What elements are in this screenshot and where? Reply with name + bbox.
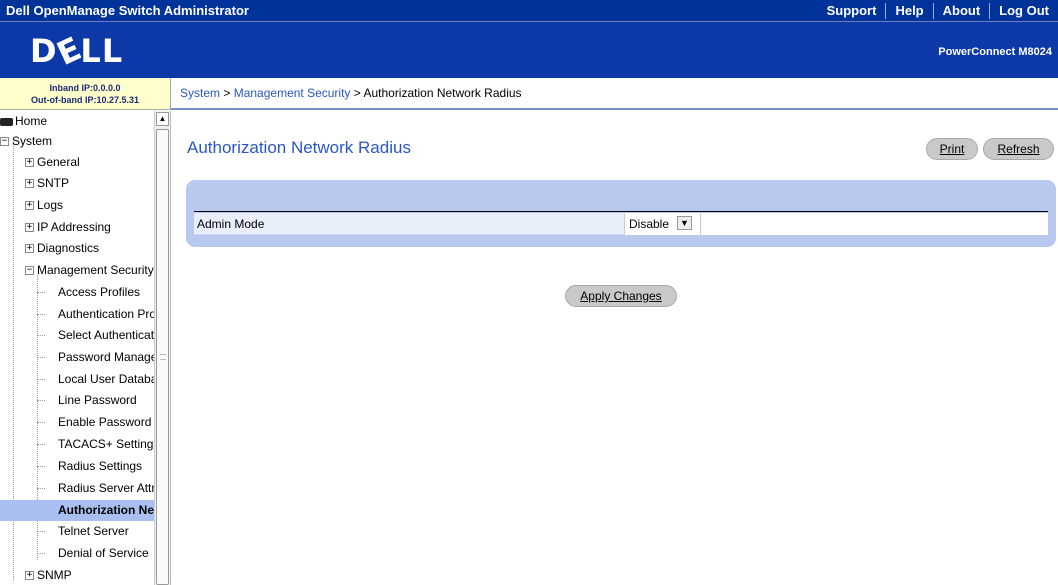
tree-item-label: Diagnostics <box>37 241 100 255</box>
tree-line <box>37 488 45 489</box>
admin-mode-label: Admin Mode <box>197 217 265 231</box>
about-link[interactable]: About <box>932 3 990 19</box>
breadcrumb: System > Management Security > Authoriza… <box>171 78 1058 110</box>
tree-line <box>37 422 45 423</box>
inband-ip: Inband IP:0.0.0.0 <box>49 83 121 93</box>
tree-item-line-password[interactable]: Line Password <box>47 390 154 411</box>
breadcrumb-separator: > <box>350 86 364 100</box>
divider <box>194 211 1048 212</box>
banner: DELL PowerConnect M8024 <box>0 22 1058 78</box>
scroll-up-arrow-icon[interactable]: ▲ <box>156 112 169 126</box>
admin-mode-row: Admin Mode Disable ▼ <box>194 213 1048 235</box>
plus-icon[interactable]: + <box>25 201 34 211</box>
minus-icon[interactable]: − <box>25 266 34 276</box>
tree-item-snmp[interactable]: + SNMP <box>25 565 154 585</box>
tree-item-label: SNMP <box>37 568 72 582</box>
tree-item-sntp[interactable]: + SNTP <box>25 173 154 194</box>
tree-item-access-profiles[interactable]: Access Profiles <box>47 282 154 303</box>
minus-icon[interactable]: − <box>0 137 9 147</box>
tree-line <box>37 553 45 554</box>
plus-icon[interactable]: + <box>25 244 34 254</box>
breadcrumb-management-security[interactable]: Management Security <box>234 86 351 100</box>
tree-item-label: Management Security <box>37 263 154 277</box>
tree-line <box>37 335 45 336</box>
app-title: Dell OpenManage Switch Administrator <box>6 3 249 18</box>
tree-item-management-security[interactable]: − Management Security <box>25 260 154 281</box>
grip-icon <box>160 354 166 360</box>
tree-item-label: System <box>12 134 53 148</box>
tree-item-home[interactable]: Home <box>0 111 154 132</box>
tree-item-authorization-network-radius[interactable]: Authorization Network Radius <box>0 500 154 521</box>
tree-item-label: Home <box>15 114 48 128</box>
tree-item-label: SNTP <box>37 176 70 190</box>
tree-item-logs[interactable]: + Logs <box>25 195 154 216</box>
plus-icon[interactable]: + <box>25 223 34 233</box>
top-links: Support Help About Log Out <box>818 0 1058 22</box>
outofband-ip: Out-of-band IP:10.27.5.31 <box>30 95 140 105</box>
tree-item-ip-addressing[interactable]: + IP Addressing <box>25 217 154 238</box>
tree-item-tacacs-settings[interactable]: TACACS+ Settings <box>47 434 154 455</box>
sidebar-tree: Home − System + General + SNTP + Logs + IP Ad… <box>0 111 171 585</box>
tree-item-system[interactable]: − System <box>0 131 154 152</box>
tree-line <box>37 379 45 380</box>
admin-mode-select[interactable]: Disable ▼ <box>624 213 700 235</box>
tree-item-enable-password[interactable]: Enable Password <box>47 412 154 433</box>
tree-item-radius-settings[interactable]: Radius Settings <box>47 456 154 477</box>
tree-line <box>37 357 45 358</box>
print-button[interactable]: Print <box>926 138 978 160</box>
tree-item-select-authentication[interactable]: Select Authentication <box>47 325 154 346</box>
plus-icon[interactable]: + <box>25 179 34 189</box>
tree-line <box>37 444 45 445</box>
tree-item-password-management[interactable]: Password Management <box>47 347 154 368</box>
plus-icon[interactable]: + <box>25 158 34 168</box>
tree-item-local-user-database[interactable]: Local User Database <box>47 369 154 390</box>
settings-panel: Admin Mode Disable ▼ <box>186 180 1056 247</box>
tree-item-label: General <box>37 155 80 169</box>
help-link[interactable]: Help <box>885 3 932 19</box>
tree-line <box>37 531 45 532</box>
tree-line <box>37 314 45 315</box>
logout-link[interactable]: Log Out <box>989 3 1058 19</box>
tree-item-general[interactable]: + General <box>25 152 154 173</box>
chevron-down-icon[interactable]: ▼ <box>677 216 692 230</box>
tree-item-radius-server-attributes[interactable]: Radius Server Attributes <box>47 478 154 499</box>
breadcrumb-system[interactable]: System <box>180 86 220 100</box>
sidebar-scrollbar[interactable]: ▲ <box>154 111 170 585</box>
breadcrumb-current: Authorization Network Radius <box>363 86 522 100</box>
tree-item-label: Logs <box>37 198 64 212</box>
scrollbar-thumb[interactable] <box>156 129 169 585</box>
page-title: Authorization Network Radius <box>187 138 411 157</box>
ip-info: Inband IP:0.0.0.0 Out-of-band IP:10.27.5… <box>0 78 171 110</box>
breadcrumb-separator: > <box>220 86 234 100</box>
tree-item-label: IP Addressing <box>37 220 111 234</box>
model-name: PowerConnect M8024 <box>938 46 1052 58</box>
dell-logo: DELL <box>30 28 124 74</box>
tree-item-denial-of-service[interactable]: Denial of Service <box>47 543 154 564</box>
tree-item-telnet-server[interactable]: Telnet Server <box>47 521 154 542</box>
tree-item-diagnostics[interactable]: + Diagnostics <box>25 238 154 259</box>
support-link[interactable]: Support <box>818 3 886 19</box>
refresh-button[interactable]: Refresh <box>983 138 1054 160</box>
apply-changes-button[interactable]: Apply Changes <box>565 285 677 307</box>
tree-line <box>37 400 45 401</box>
top-bar: Dell OpenManage Switch Administrator Sup… <box>0 0 1058 22</box>
home-icon <box>0 117 13 126</box>
row-filler <box>700 213 1048 235</box>
admin-mode-value: Disable <box>629 217 670 231</box>
tree-line <box>37 466 45 467</box>
plus-icon[interactable]: + <box>25 571 34 581</box>
tree-line <box>37 292 45 293</box>
tree-item-authentication-profiles[interactable]: Authentication Profiles <box>47 304 154 325</box>
